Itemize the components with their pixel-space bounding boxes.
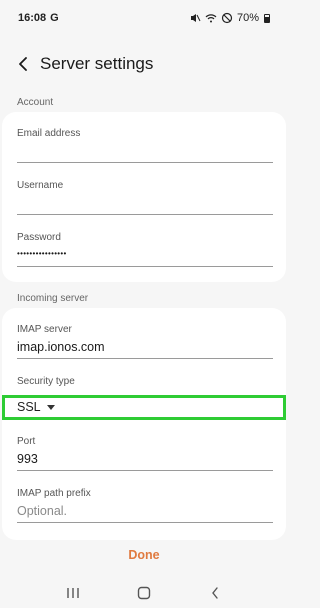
caret-down-icon: [46, 405, 55, 410]
security-type-label: Security type: [17, 376, 75, 387]
port-label: Port: [17, 436, 36, 447]
status-right: 70%: [189, 12, 270, 24]
account-section-label: Account: [17, 97, 54, 108]
imap-server-field[interactable]: IMAP server imap.ionos.com: [17, 324, 273, 360]
security-type-value: SSL: [17, 400, 41, 414]
port-underline: [17, 470, 273, 471]
page-title: Server settings: [40, 54, 154, 73]
username-field[interactable]: Username: [17, 180, 273, 216]
security-type-field: Security type: [17, 376, 273, 390]
home-icon: [137, 586, 151, 600]
imap-server-label: IMAP server: [17, 324, 72, 335]
google-icon: G: [50, 12, 59, 24]
email-label: Email address: [17, 128, 81, 139]
done-button[interactable]: Done: [0, 548, 288, 562]
imap-server-underline: [17, 358, 273, 359]
chevron-left-icon: [19, 57, 27, 71]
nav-back-button[interactable]: [202, 583, 228, 603]
email-field[interactable]: Email address: [17, 128, 273, 164]
status-left: 16:08 G: [18, 12, 59, 24]
wifi-icon: [205, 14, 217, 23]
password-field[interactable]: Password ••••••••••••••••: [17, 232, 273, 268]
security-type-dropdown[interactable]: SSL: [17, 400, 55, 414]
header: Server settings: [0, 44, 288, 84]
back-button[interactable]: [12, 53, 34, 75]
mute-icon: [190, 14, 201, 22]
back-icon: [211, 587, 218, 599]
port-value: 993: [17, 452, 38, 466]
battery-level: 70%: [236, 12, 259, 24]
password-label: Password: [17, 232, 61, 243]
recent-apps-button[interactable]: [60, 583, 86, 603]
do-not-disturb-icon: [221, 12, 233, 24]
imap-server-value: imap.ionos.com: [17, 340, 105, 354]
battery-icon: [264, 13, 270, 23]
status-bar: 16:08 G 70%: [0, 0, 288, 36]
password-value: ••••••••••••••••: [17, 249, 67, 258]
recent-apps-icon: [67, 588, 80, 598]
navigation-bar: [0, 578, 288, 608]
imap-prefix-field[interactable]: IMAP path prefix Optional.: [17, 488, 273, 524]
password-underline: [17, 266, 273, 267]
home-button[interactable]: [131, 583, 157, 603]
username-label: Username: [17, 180, 64, 191]
imap-prefix-placeholder: Optional.: [17, 504, 68, 518]
account-card: Email address Username Password ••••••••…: [2, 112, 286, 282]
incoming-card: IMAP server imap.ionos.com Security type…: [2, 308, 286, 540]
username-underline: [17, 214, 273, 215]
incoming-section-label: Incoming server: [17, 293, 89, 304]
imap-prefix-label: IMAP path prefix: [17, 488, 91, 499]
clock: 16:08: [18, 12, 47, 24]
port-field[interactable]: Port 993: [17, 436, 273, 472]
email-underline: [17, 162, 273, 163]
imap-prefix-underline: [17, 522, 273, 523]
security-type-dropdown-highlight: SSL: [2, 395, 286, 420]
